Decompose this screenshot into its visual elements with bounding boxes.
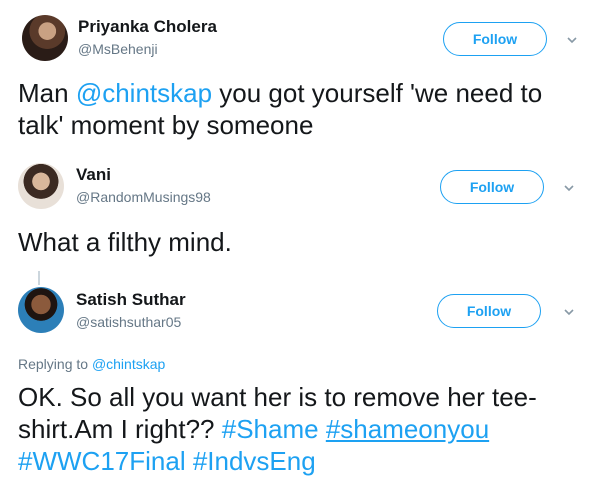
follow-button[interactable]: Follow	[443, 22, 547, 56]
tweet-text: What a filthy mind.	[18, 226, 593, 258]
avatar[interactable]	[18, 163, 64, 209]
tweet-text-segment	[186, 446, 193, 476]
author-name[interactable]: Satish Suthar	[76, 290, 186, 310]
mention-link[interactable]: @chintskap	[76, 78, 212, 108]
replying-to-link[interactable]: @chintskap	[92, 356, 165, 372]
author-name[interactable]: Vani	[76, 165, 111, 185]
tweet-text-segment	[319, 414, 326, 444]
author-handle[interactable]: @MsBehenji	[78, 41, 158, 57]
hashtag-link[interactable]: #shameonyou	[326, 414, 489, 444]
hashtag-link[interactable]: #WWC17Final	[18, 446, 186, 476]
author-name[interactable]: Priyanka Cholera	[78, 17, 217, 37]
tweet-text-segment: What a filthy mind.	[18, 227, 232, 257]
follow-button[interactable]: Follow	[440, 170, 544, 204]
follow-button[interactable]: Follow	[437, 294, 541, 328]
chevron-down-icon[interactable]	[562, 305, 576, 319]
chevron-down-icon[interactable]	[565, 33, 579, 47]
replying-to: Replying to @chintskap	[18, 356, 165, 372]
author-handle[interactable]: @RandomMusings98	[76, 189, 211, 205]
avatar[interactable]	[22, 15, 68, 61]
author-handle[interactable]: @satishsuthar05	[76, 314, 181, 330]
replying-prefix: Replying to	[18, 356, 92, 372]
tweet-text: Man @chintskap you got yourself 'we need…	[18, 77, 593, 141]
tweet-text-segment: Man	[18, 78, 76, 108]
hashtag-link[interactable]: #Shame	[222, 414, 319, 444]
avatar[interactable]	[18, 287, 64, 333]
chevron-down-icon[interactable]	[562, 181, 576, 195]
tweet-text: OK. So all you want her is to remove her…	[18, 381, 593, 477]
hashtag-link[interactable]: #IndvsEng	[193, 446, 316, 476]
thread-connector	[38, 271, 40, 285]
